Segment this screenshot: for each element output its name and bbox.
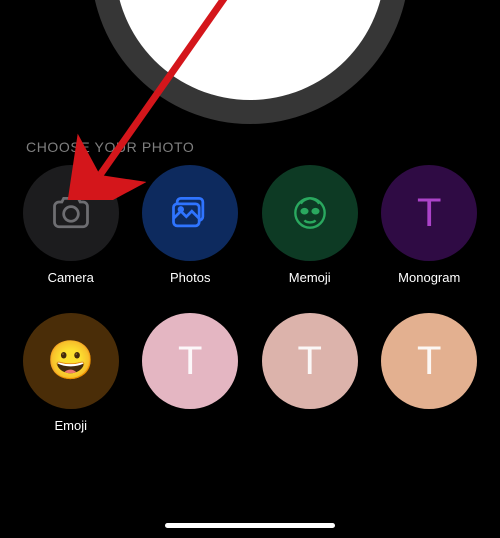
preset-blush-option[interactable]: T [261,313,359,433]
preset-peach-circle: T [381,313,477,409]
memoji-icon [288,191,332,235]
preset-blush-circle: T [262,313,358,409]
emoji-label: Emoji [54,418,87,433]
preset-letter: T [178,339,202,384]
memoji-label: Memoji [289,270,331,285]
emoji-icon: 😀 [47,339,94,383]
camera-circle [23,165,119,261]
memoji-circle [262,165,358,261]
preset-peach-option[interactable]: T [381,313,479,433]
monogram-circle: T [381,165,477,261]
monogram-option[interactable]: T Monogram [381,165,479,285]
photos-icon [168,191,212,235]
home-indicator[interactable] [165,523,335,528]
photos-label: Photos [170,270,210,285]
camera-option[interactable]: Camera [22,165,120,285]
avatar-preview-circle [115,0,385,100]
preset-letter: T [298,339,322,384]
preset-pink-option[interactable]: T [142,313,240,433]
memoji-option[interactable]: Memoji [261,165,359,285]
photos-circle [142,165,238,261]
photo-options-grid: Camera Photos Memoji T [22,165,478,433]
camera-icon [49,191,93,235]
emoji-circle: 😀 [23,313,119,409]
emoji-option[interactable]: 😀 Emoji [22,313,120,433]
preset-pink-circle: T [142,313,238,409]
preset-letter: T [417,339,441,384]
photos-option[interactable]: Photos [142,165,240,285]
camera-label: Camera [48,270,94,285]
monogram-letter: T [417,191,441,236]
choose-photo-header: CHOOSE YOUR PHOTO [26,139,194,155]
monogram-label: Monogram [398,270,460,285]
